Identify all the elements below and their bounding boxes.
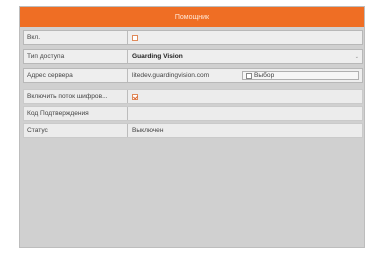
choose-option[interactable]: Выбор	[242, 71, 359, 80]
dialog-title: Помощник	[174, 13, 210, 21]
row-status: Статус Выключен	[23, 123, 363, 138]
row-access-type[interactable]: Тип доступа Guarding Vision ⌄	[23, 49, 363, 64]
access-type-label: Тип доступа	[24, 50, 128, 63]
chevron-down-icon[interactable]: ⌄	[355, 54, 359, 60]
enable-label: Вкл.	[24, 31, 128, 44]
choose-label: Выбор	[254, 72, 275, 79]
server-address-field[interactable]: litedev.guardingvision.com	[132, 72, 209, 79]
dialog-titlebar: Помощник	[20, 7, 364, 27]
status-label: Статус	[24, 124, 128, 137]
verification-code-label: Код Подтверждения	[24, 107, 128, 120]
assistant-dialog: Помощник Вкл. Тип доступа Guarding Visio…	[19, 6, 365, 248]
server-address-label: Адрес сервера	[24, 69, 128, 82]
status-value: Выключен	[132, 127, 164, 134]
row-enable: Вкл.	[23, 30, 363, 45]
access-type-select[interactable]: Guarding Vision	[132, 53, 183, 60]
choose-checkbox[interactable]	[246, 72, 252, 79]
stream-encryption-label: Включить поток шифров...	[24, 90, 128, 103]
stream-encryption-checkbox[interactable]	[132, 93, 138, 100]
row-stream-encryption: Включить поток шифров...	[23, 89, 363, 104]
enable-checkbox[interactable]	[132, 34, 138, 41]
row-server-address: Адрес сервера litedev.guardingvision.com…	[23, 68, 363, 83]
row-verification-code: Код Подтверждения	[23, 106, 363, 121]
